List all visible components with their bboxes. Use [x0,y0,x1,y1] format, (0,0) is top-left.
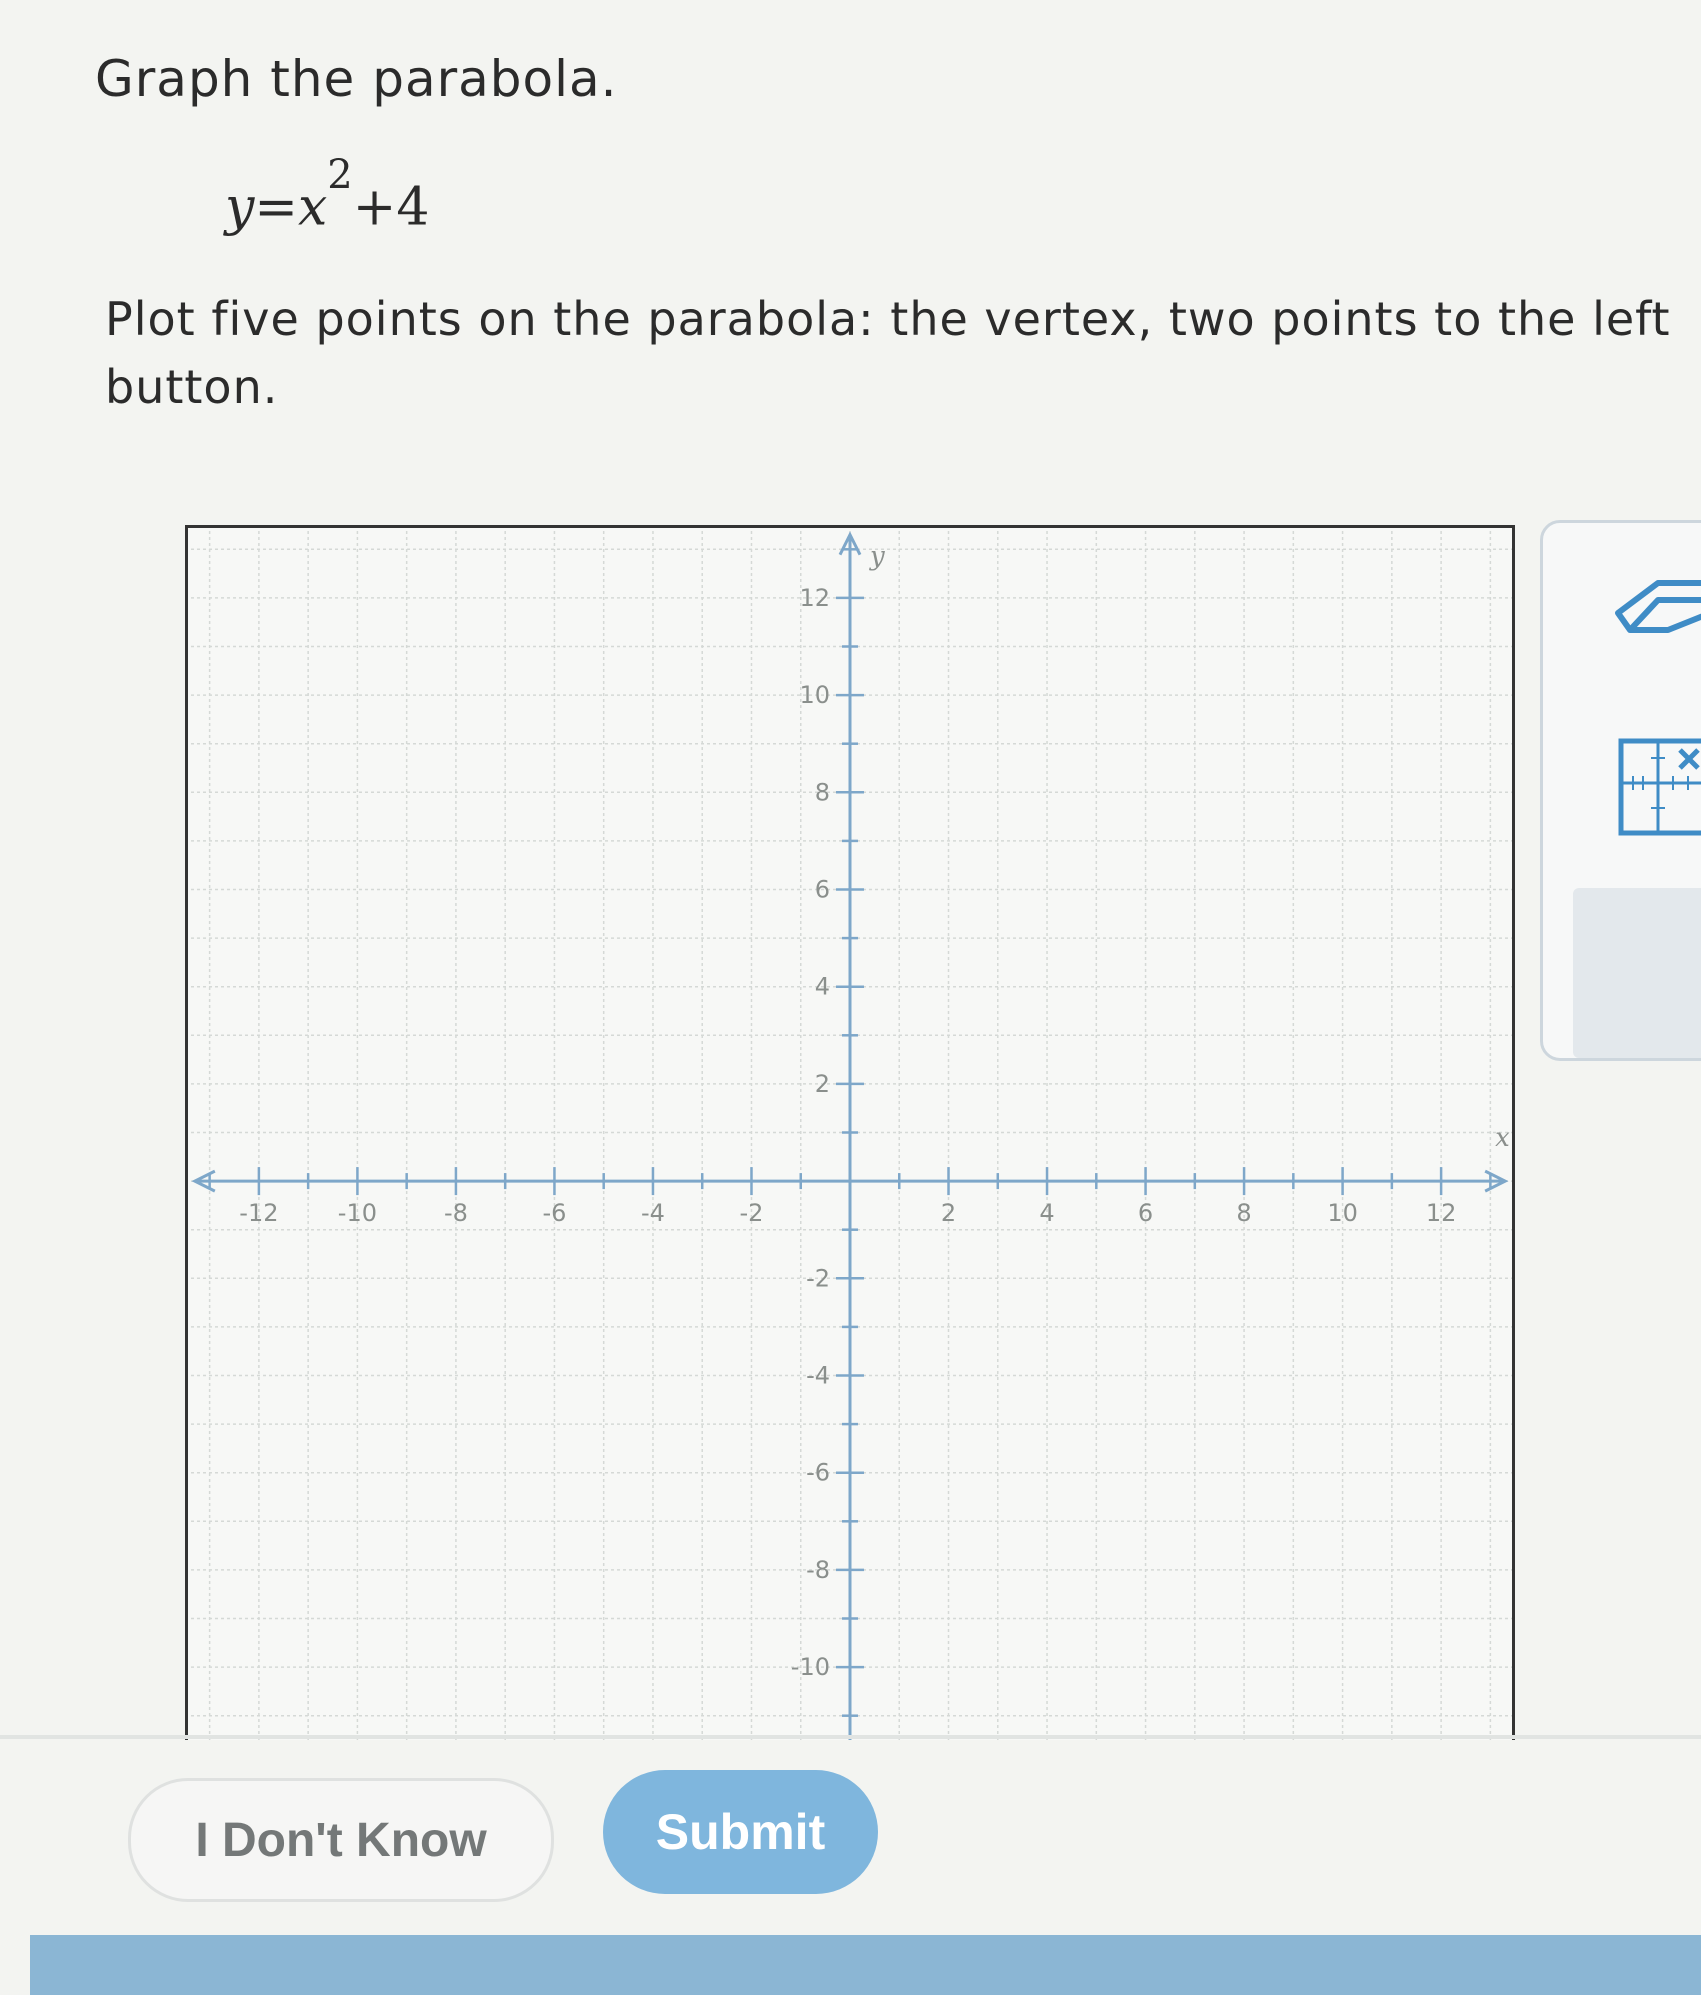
y-tick-label: 2 [815,1070,830,1098]
eraser-tool[interactable] [1598,568,1701,638]
equation-exponent: 2 [327,152,353,198]
y-tick-label: 10 [799,681,830,709]
x-tick-label: -2 [740,1199,764,1227]
x-tick-label: -8 [444,1199,468,1227]
bottom-bar [30,1935,1701,1995]
delete-point-tool[interactable] [1618,738,1701,838]
graph-toolbox [1540,520,1701,1061]
equation-rest: +4 [352,177,430,238]
instructions: Plot five points on the parabola: the ve… [105,285,1695,421]
eraser-icon [1615,580,1701,633]
equation-base: x [297,177,328,238]
x-tick-label: -10 [338,1199,377,1227]
graphing-area[interactable]: -12 -10 -8 -6 -4 -2 2 4 6 8 10 12 12 10 8 6 4 2 -2 -4 -6 -8 -1… [185,525,1515,1740]
x-tick-label: 8 [1236,1199,1251,1227]
footer-divider [0,1735,1701,1739]
y-tick-label: -6 [806,1459,830,1487]
equation-lhs: y [225,177,255,238]
tool-slot-empty [1573,888,1701,1058]
x-tick-label: -4 [641,1199,665,1227]
coordinate-plane[interactable]: -12 -10 -8 -6 -4 -2 2 4 6 8 10 12 12 10 8 6 4 2 -2 -4 -6 -8 -1… [185,525,1515,1740]
y-tick-label: 4 [815,973,830,1001]
x-tick-label: 2 [941,1199,956,1227]
submit-button[interactable]: Submit [603,1770,878,1894]
x-tick-label: -6 [542,1199,566,1227]
equation-equals: = [254,177,298,238]
question-title: Graph the parabola. [95,50,618,108]
dont-know-button[interactable]: I Don't Know [128,1778,554,1902]
y-tick-label: -4 [806,1362,830,1390]
x-tick-label: -12 [239,1199,278,1227]
y-tick-label: -10 [791,1653,830,1681]
y-tick-label: -2 [806,1264,830,1292]
instructions-line-2: button. [105,360,279,414]
y-tick-label: 6 [815,876,830,904]
y-axis-label: y [869,542,885,572]
x-tick-label: 6 [1138,1199,1153,1227]
y-tick-label: 8 [815,778,830,806]
delete-point-icon [1618,738,1701,836]
y-tick-label: -8 [806,1556,830,1584]
y-tick-label: 12 [799,584,830,612]
x-tick-label: 4 [1039,1199,1054,1227]
instructions-line-1: Plot five points on the parabola: the ve… [105,292,1671,346]
x-tick-label: 10 [1327,1199,1358,1227]
x-tick-label: 12 [1426,1199,1457,1227]
x-axis-label: x [1495,1123,1510,1153]
equation: y=x2+4 [225,152,430,238]
